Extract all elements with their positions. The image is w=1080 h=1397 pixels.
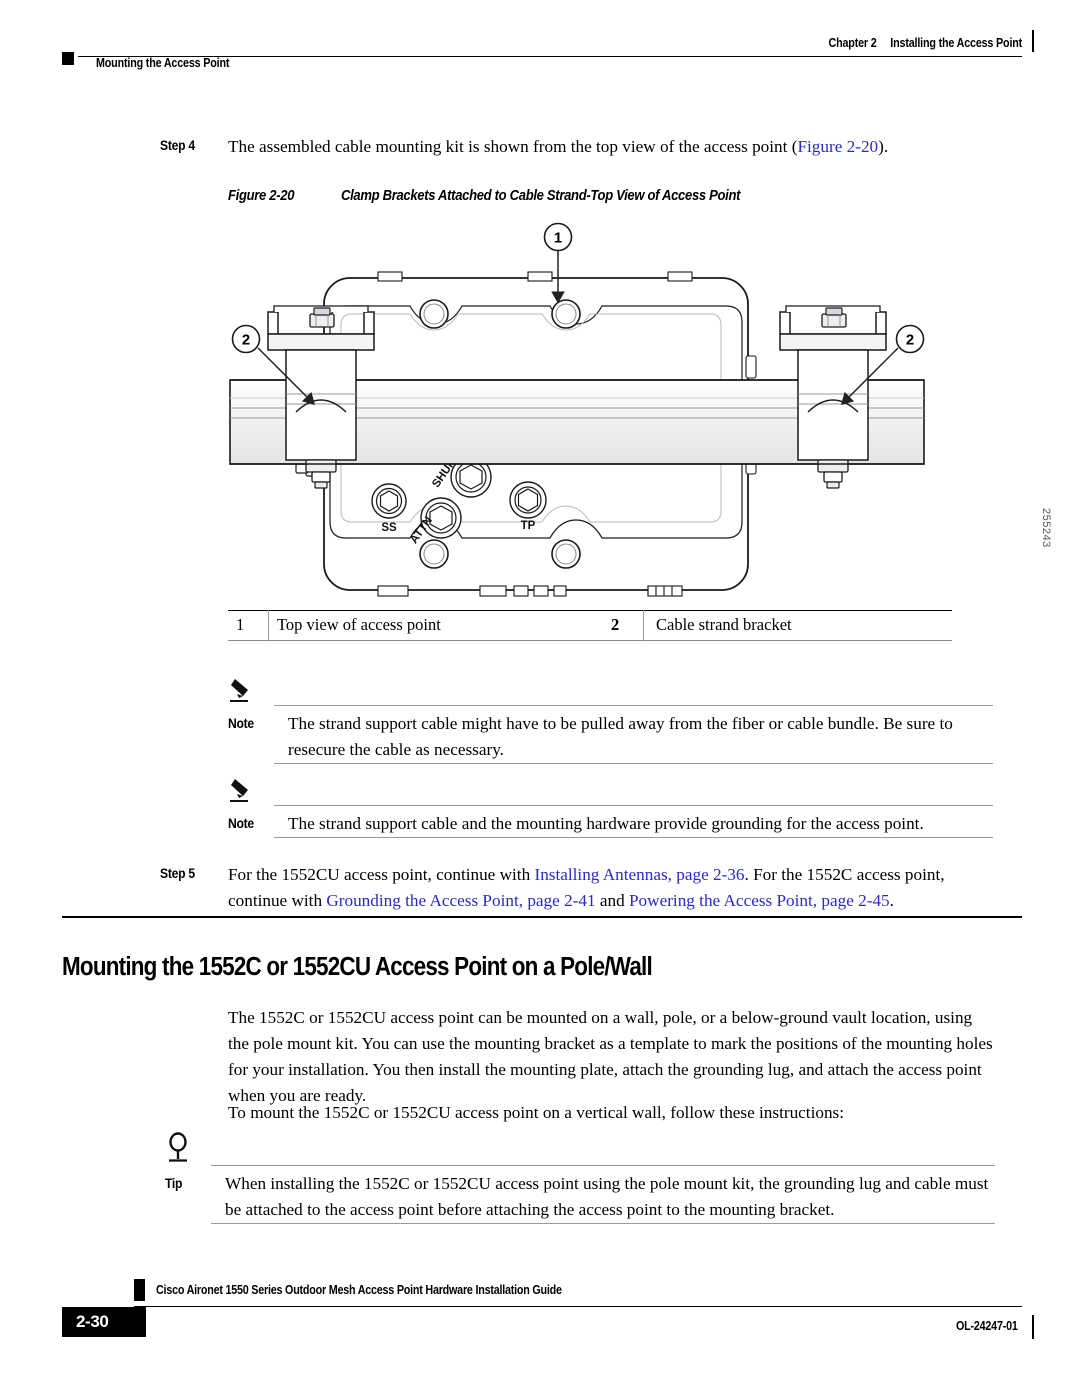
table-row: 1 Top view of access point 2 Cable stran…	[228, 610, 952, 641]
footer-bullet-square-icon	[134, 1279, 145, 1301]
footer-rule	[134, 1305, 1022, 1307]
footer-tick-mark	[1032, 1315, 1034, 1339]
tip-keyword: Tip	[165, 1176, 183, 1191]
figure-legend-table: 1 Top view of access point 2 Cable stran…	[228, 610, 952, 641]
note-keyword-1: Note	[228, 716, 254, 731]
legend-desc-1: Top view of access point	[277, 615, 441, 634]
header-section-title: Mounting the Access Point	[96, 56, 230, 70]
tip-rule-bottom	[211, 1223, 995, 1225]
figure-title: Clamp Brackets Attached to Cable Strand-…	[340, 188, 741, 204]
note-rule-bottom-1	[274, 763, 993, 765]
step-4-label: Step 4	[160, 138, 195, 153]
legend-desc-2: Cable strand bracket	[643, 610, 952, 641]
grounding-access-point-link[interactable]: Grounding the Access Point, page 2-41	[326, 891, 595, 910]
port-label-tp: TP	[521, 520, 536, 532]
footer-document-title: Cisco Aironet 1550 Series Outdoor Mesh A…	[156, 1283, 562, 1297]
figure-drawing-id: 255243	[1040, 508, 1052, 548]
figure-2-20-link[interactable]: Figure 2-20	[797, 137, 878, 156]
step-4-text: The assembled cable mounting kit is show…	[228, 134, 988, 160]
step-5-label: Step 5	[160, 866, 195, 881]
figure-2-20-drawing: SS ATTN SHUNT TP 1 2 2	[228, 222, 928, 607]
page-title: Mounting the 1552C or 1552CU Access Poin…	[62, 953, 653, 981]
header-chapter-title: Installing the Access Point	[890, 36, 1022, 50]
note-pencil-icon	[228, 776, 258, 806]
header-chapter-number: Chapter 2	[828, 36, 877, 50]
figure-number: Figure 2-20	[228, 188, 295, 204]
tip-rule-top	[211, 1165, 995, 1167]
note-text-2: The strand support cable and the mountin…	[288, 814, 924, 833]
svg-text:2: 2	[906, 332, 914, 349]
legend-number-2: 2	[603, 610, 644, 641]
note-text-1: The strand support cable might have to b…	[288, 714, 953, 759]
section-paragraph-2: To mount the 1552C or 1552CU access poin…	[228, 1103, 845, 1122]
note-rule-bottom-2	[274, 837, 993, 839]
tip-magnifier-icon	[165, 1132, 195, 1162]
powering-access-point-link[interactable]: Powering the Access Point, page 2-45	[629, 891, 890, 910]
legend-number-1: 1	[228, 610, 269, 641]
section-heading-rule	[62, 916, 1022, 918]
footer-page-number: 2-30	[62, 1307, 146, 1337]
step-5-seg-4: .	[889, 891, 894, 910]
header-tick-mark	[1032, 30, 1034, 52]
note-rule-top-2	[274, 805, 993, 807]
step-4-text-after: ).	[878, 137, 889, 156]
step-4-text-before: The assembled cable mounting kit is show…	[228, 137, 798, 156]
port-label-ss: SS	[381, 522, 397, 534]
installing-antennas-link[interactable]: Installing Antennas, page 2-36	[534, 865, 744, 884]
header-chapter-info: Chapter 2 Installing the Access Point	[828, 36, 1022, 50]
document-page: Chapter 2 Installing the Access Point Mou…	[0, 0, 1080, 1397]
access-point-top-view-illustration: SS ATTN SHUNT TP 1 2 2	[229, 222, 925, 597]
note-keyword-2: Note	[228, 816, 254, 831]
header-bullet-square-icon	[62, 52, 74, 65]
section-paragraph-1: The 1552C or 1552CU access point can be …	[228, 1008, 993, 1105]
figure-caption: Figure 2-20 Clamp Brackets Attached to Ca…	[228, 188, 740, 204]
footer-doc-id: OL-24247-01	[956, 1319, 1018, 1333]
note-pencil-icon	[228, 676, 258, 706]
step-5-seg-3: and	[595, 891, 629, 910]
tip-text: When installing the 1552C or 1552CU acce…	[225, 1174, 989, 1219]
step-5-text: For the 1552CU access point, continue wi…	[228, 862, 993, 914]
svg-text:1: 1	[554, 230, 562, 247]
step-5-seg-1: For the 1552CU access point, continue wi…	[228, 865, 535, 884]
svg-text:2: 2	[242, 332, 250, 349]
note-rule-top-1	[274, 705, 993, 707]
